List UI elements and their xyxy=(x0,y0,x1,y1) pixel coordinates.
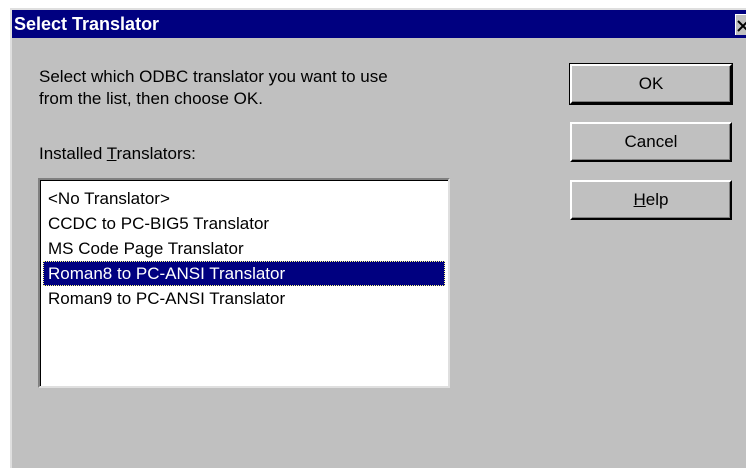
help-accelerator: H xyxy=(633,190,646,209)
label-accelerator: T xyxy=(106,144,117,163)
label-text-post: ranslators: xyxy=(116,144,196,163)
instruction-line-1: Select which ODBC translator you want to… xyxy=(39,67,388,86)
label-text-pre: Installed xyxy=(39,144,107,163)
list-item[interactable]: MS Code Page Translator xyxy=(43,236,445,261)
instruction-line-2: from the list, then choose OK. xyxy=(39,89,263,108)
window-title: Select Translator xyxy=(14,14,160,34)
list-item[interactable]: CCDC to PC-BIG5 Translator xyxy=(43,211,445,236)
help-label-rest: elp xyxy=(645,190,669,209)
close-button[interactable] xyxy=(735,14,746,35)
instruction-text: Select which ODBC translator you want to… xyxy=(39,66,539,110)
title-bar[interactable]: Select Translator xyxy=(12,10,746,38)
translators-listbox[interactable]: <No Translator> CCDC to PC-BIG5 Translat… xyxy=(38,178,450,388)
help-button[interactable]: Help xyxy=(570,180,732,220)
list-item[interactable]: <No Translator> xyxy=(43,186,445,211)
cancel-button[interactable]: Cancel xyxy=(570,122,732,162)
ok-button[interactable]: OK xyxy=(569,63,733,105)
list-item[interactable]: Roman9 to PC-ANSI Translator xyxy=(43,286,445,311)
close-icon xyxy=(737,20,746,32)
installed-translators-label: Installed Translators: xyxy=(39,143,196,165)
select-translator-dialog: Select Translator Select which ODBC tran… xyxy=(10,8,746,468)
list-item-selected[interactable]: Roman8 to PC-ANSI Translator xyxy=(43,261,445,286)
